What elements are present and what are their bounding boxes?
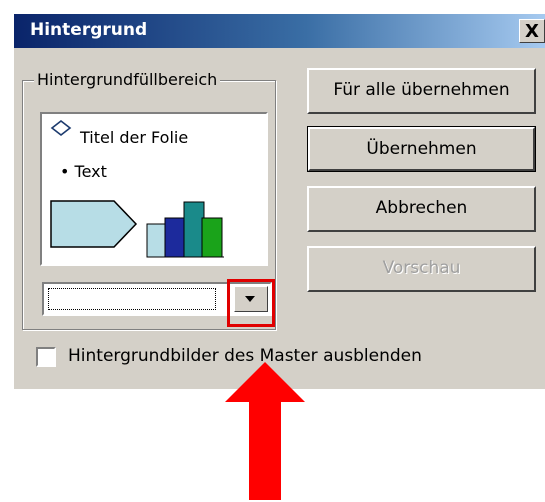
- cancel-button[interactable]: Abbrechen: [307, 186, 536, 232]
- hide-master-graphics-checkbox[interactable]: [36, 347, 56, 367]
- annotation-highlight-box: [227, 279, 275, 327]
- diamond-bullet-icon: [50, 120, 72, 137]
- preview-title-text: Titel der Folie: [80, 128, 189, 147]
- bar-chart-icon: [146, 201, 224, 258]
- close-button[interactable]: X: [519, 19, 545, 43]
- fill-area-group-label: Hintergrundfüllbereich: [34, 70, 221, 89]
- dropdown-value[interactable]: [48, 288, 216, 310]
- apply-all-button[interactable]: Für alle übernehmen: [307, 68, 536, 114]
- annotation-arrow-icon: [225, 362, 305, 500]
- apply-button[interactable]: Übernehmen: [307, 126, 536, 172]
- pentagon-shape-icon: [50, 200, 138, 248]
- preview-bullet-text: • Text: [60, 162, 107, 181]
- dialog-title: Hintergrund: [30, 20, 148, 40]
- preview-button[interactable]: Vorschau: [307, 246, 536, 292]
- fill-preview: Titel der Folie • Text: [40, 112, 268, 266]
- title-bar[interactable]: Hintergrund X: [14, 14, 545, 48]
